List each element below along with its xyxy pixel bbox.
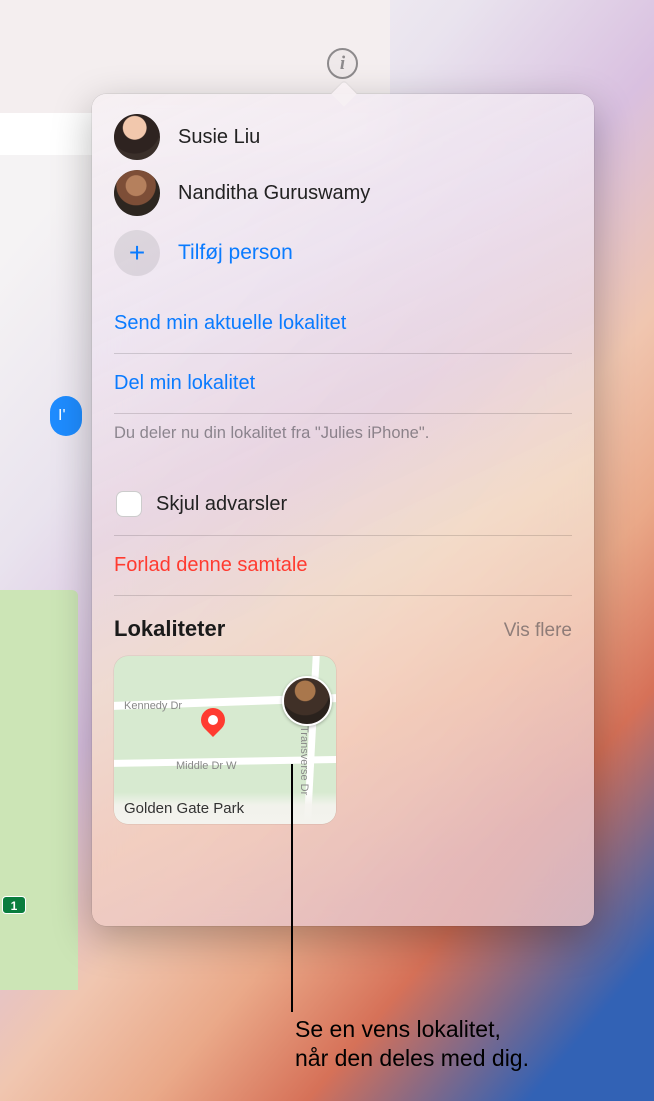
plus-icon: + <box>114 230 160 276</box>
hide-alerts-checkbox[interactable] <box>116 491 142 517</box>
hide-alerts-label: Skjul advarsler <box>156 493 287 516</box>
route-shield-icon: 1 <box>2 896 26 914</box>
show-more-button[interactable]: Vis flere <box>504 620 572 642</box>
share-my-location-button[interactable]: Del min lokalitet <box>114 354 572 413</box>
person-name: Nanditha Guruswamy <box>178 182 370 205</box>
avatar <box>114 170 160 216</box>
background-map <box>0 590 78 990</box>
person-row[interactable]: Susie Liu <box>114 110 572 166</box>
map-pin-icon <box>196 703 230 737</box>
details-popover: Susie Liu Nanditha Guruswamy + Tilføj pe… <box>92 94 594 926</box>
sharing-device-note: Du deler nu din lokalitet fra "Julies iP… <box>114 414 572 473</box>
road-label: Middle Dr W <box>176 760 237 772</box>
callout-leader-line <box>291 764 293 1012</box>
location-card[interactable]: Kennedy Dr Middle Dr W Transverse Dr Gol… <box>114 656 336 824</box>
add-person-button[interactable]: + Tilføj person <box>114 222 572 294</box>
message-bubble: I' <box>50 396 82 436</box>
friend-avatar-on-map <box>282 676 332 726</box>
avatar <box>114 114 160 160</box>
location-caption: Golden Gate Park <box>114 792 336 824</box>
hide-alerts-row[interactable]: Skjul advarsler <box>114 473 572 535</box>
person-row[interactable]: Nanditha Guruswamy <box>114 166 572 222</box>
info-icon[interactable]: i <box>327 48 358 79</box>
road-label: Transverse Dr <box>298 726 310 795</box>
locations-title: Lokaliteter <box>114 616 225 642</box>
send-current-location-button[interactable]: Send min aktuelle lokalitet <box>114 294 572 353</box>
locations-header: Lokaliteter Vis flere <box>114 596 572 656</box>
leave-conversation-button[interactable]: Forlad denne samtale <box>114 536 572 595</box>
callout-text: Se en vens lokalitet,når den deles med d… <box>295 1015 529 1074</box>
road-label: Kennedy Dr <box>124 700 182 712</box>
add-person-label: Tilføj person <box>178 241 293 265</box>
person-name: Susie Liu <box>178 126 260 149</box>
